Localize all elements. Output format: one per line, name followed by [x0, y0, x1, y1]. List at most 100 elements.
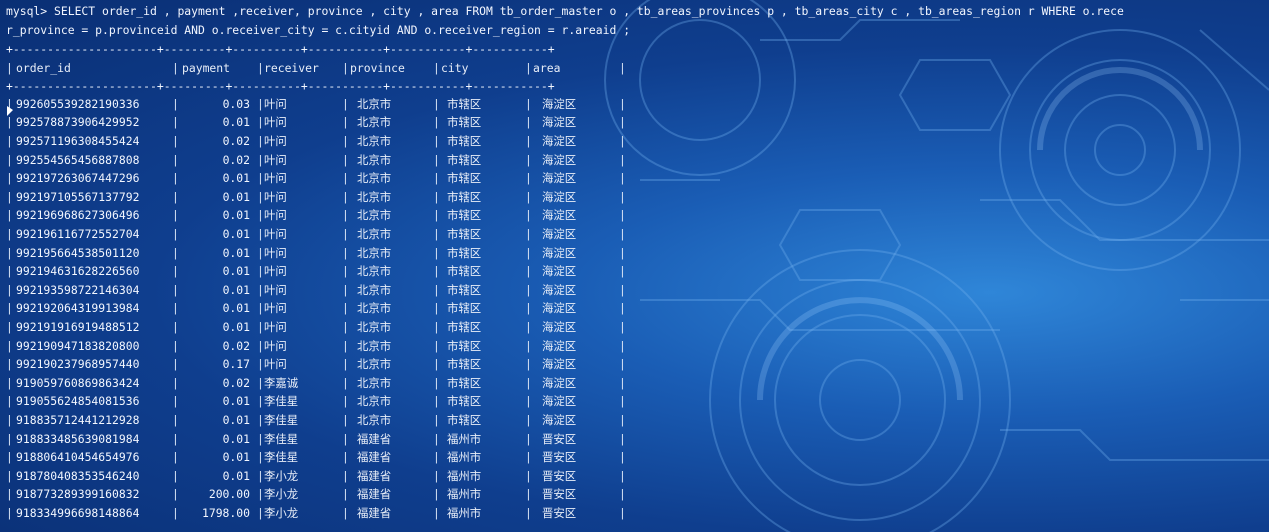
column-separator: | — [342, 506, 349, 520]
column-separator: | — [619, 338, 626, 353]
cell-order-id: 992578873906429952 — [16, 115, 140, 130]
cell-receiver: 李佳星 — [264, 431, 299, 446]
table-row: | | | | | | | 992192064319913984 0.01 叶问 北京市 市辖区 海淀区 — [6, 299, 646, 317]
column-separator: | — [619, 468, 626, 483]
cell-area: 海淀区 — [542, 227, 577, 241]
table-header-row: | | | | | | | order_id payment receiver province ci… — [6, 59, 646, 77]
column-separator: | — [525, 264, 532, 279]
column-separator: | — [433, 60, 440, 75]
cell-order-id: 918833485639081984 — [16, 431, 140, 446]
cell-area: 海淀区 — [542, 394, 577, 409]
cell-city: 市辖区 — [447, 338, 482, 353]
column-separator: | — [6, 189, 13, 204]
cell-area: 晋安区 — [542, 506, 577, 520]
column-separator: | — [342, 431, 349, 446]
cell-payment: 0.02 — [222, 338, 250, 353]
cell-order-id: 919055624854081536 — [16, 394, 140, 409]
column-separator: | — [525, 413, 532, 427]
cell-province: 北京市 — [357, 208, 392, 223]
column-separator: | — [257, 506, 264, 520]
cell-order-id: 992191916919488512 — [16, 320, 140, 334]
cell-area: 晋安区 — [542, 431, 577, 446]
cell-province: 北京市 — [357, 115, 392, 130]
table-row: | | | | | | | 992578873906429952 0.01 叶问 北京市 市辖区 海淀区 — [6, 113, 646, 131]
column-header-receiver: receiver — [264, 60, 319, 75]
cell-province: 北京市 — [357, 152, 392, 167]
cell-payment: 0.01 — [222, 171, 250, 186]
cell-payment: 0.01 — [222, 468, 250, 483]
cell-order-id: 918773289399160832 — [16, 487, 140, 502]
mysql-console[interactable]: mysql> SELECT order_id , payment ,receiv… — [0, 0, 1269, 532]
column-separator: | — [342, 338, 349, 353]
cell-payment: 0.02 — [222, 375, 250, 390]
cell-order-id: 992196116772552704 — [16, 227, 140, 241]
column-separator: | — [433, 506, 440, 520]
column-separator: | — [619, 152, 626, 167]
table-row: | | | | | | | 918773289399160832 200.00 李小龙 福建省 福州市… — [6, 485, 646, 503]
cell-province: 北京市 — [357, 171, 392, 186]
cell-area: 海淀区 — [542, 134, 577, 148]
cell-province: 福建省 — [357, 506, 392, 520]
column-separator: | — [433, 338, 440, 353]
cell-area: 海淀区 — [542, 282, 577, 297]
cell-receiver: 李嘉诚 — [264, 375, 299, 390]
column-separator: | — [525, 282, 532, 297]
cell-receiver: 叶问 — [264, 134, 287, 148]
column-separator: | — [433, 487, 440, 502]
cell-order-id: 992196968627306496 — [16, 208, 140, 223]
column-separator: | — [433, 245, 440, 260]
table-row: | | | | | | | 919059760869863424 0.02 李嘉诚 北京市 市辖区 海淀… — [6, 374, 646, 392]
column-separator: | — [257, 338, 264, 353]
cell-receiver: 李佳星 — [264, 394, 299, 409]
cell-payment: 0.01 — [222, 450, 250, 465]
column-separator: | — [619, 189, 626, 204]
cell-receiver: 李小龙 — [264, 487, 299, 502]
cell-order-id: 992554565456887808 — [16, 152, 140, 167]
cell-receiver: 叶问 — [264, 338, 287, 353]
column-separator: | — [6, 468, 13, 483]
column-header-province: province — [350, 60, 405, 75]
column-separator: | — [433, 208, 440, 223]
table-border-header: +---------------------+---------+-------… — [6, 79, 555, 94]
cell-order-id: 918780408353546240 — [16, 468, 140, 483]
column-separator: | — [6, 208, 13, 223]
cell-receiver: 叶问 — [264, 189, 287, 204]
cell-order-id: 992194631628226560 — [16, 264, 140, 279]
column-separator: | — [342, 134, 349, 148]
cell-city: 市辖区 — [447, 413, 482, 427]
cell-receiver: 李佳星 — [264, 450, 299, 465]
cell-order-id: 992605539282190336 — [16, 96, 140, 111]
column-separator: | — [257, 487, 264, 502]
cell-order-id: 992571196308455424 — [16, 134, 140, 148]
cell-payment: 0.01 — [222, 245, 250, 260]
cell-city: 市辖区 — [447, 301, 482, 316]
column-separator: | — [525, 506, 532, 520]
cell-city: 市辖区 — [447, 245, 482, 260]
column-separator: | — [619, 506, 626, 520]
cell-area: 晋安区 — [542, 450, 577, 465]
column-separator: | — [433, 96, 440, 111]
table-row: | | | | | | | 992197105567137792 0.01 叶问 北京市 市辖区 海淀区 — [6, 188, 646, 206]
column-separator: | — [6, 245, 13, 260]
column-separator: | — [257, 245, 264, 260]
column-separator: | — [257, 375, 264, 390]
cell-city: 市辖区 — [447, 134, 482, 148]
cell-area: 海淀区 — [542, 96, 577, 111]
table-row: | | | | | | | 992196116772552704 0.01 叶问 北京市 市辖区 海淀区 — [6, 225, 646, 243]
column-separator: | — [342, 413, 349, 427]
column-separator: | — [433, 450, 440, 465]
cell-order-id: 992192064319913984 — [16, 301, 140, 316]
cell-receiver: 叶问 — [264, 171, 287, 186]
cell-area: 海淀区 — [542, 171, 577, 186]
column-separator: | — [342, 357, 349, 372]
cell-province: 福建省 — [357, 487, 392, 502]
column-separator: | — [433, 152, 440, 167]
column-header-area: area — [533, 60, 561, 75]
column-separator: | — [433, 320, 440, 334]
table-row: | | | | | | | 992195664538501120 0.01 叶问 北京市 市辖区 海淀区 — [6, 244, 646, 262]
column-separator: | — [342, 468, 349, 483]
cell-payment: 0.03 — [222, 96, 250, 111]
column-separator: | — [257, 208, 264, 223]
table-row: | | | | | | | 992190947183820800 0.02 叶问 北京市 市辖区 海淀区 — [6, 337, 646, 355]
column-separator: | — [257, 227, 264, 241]
